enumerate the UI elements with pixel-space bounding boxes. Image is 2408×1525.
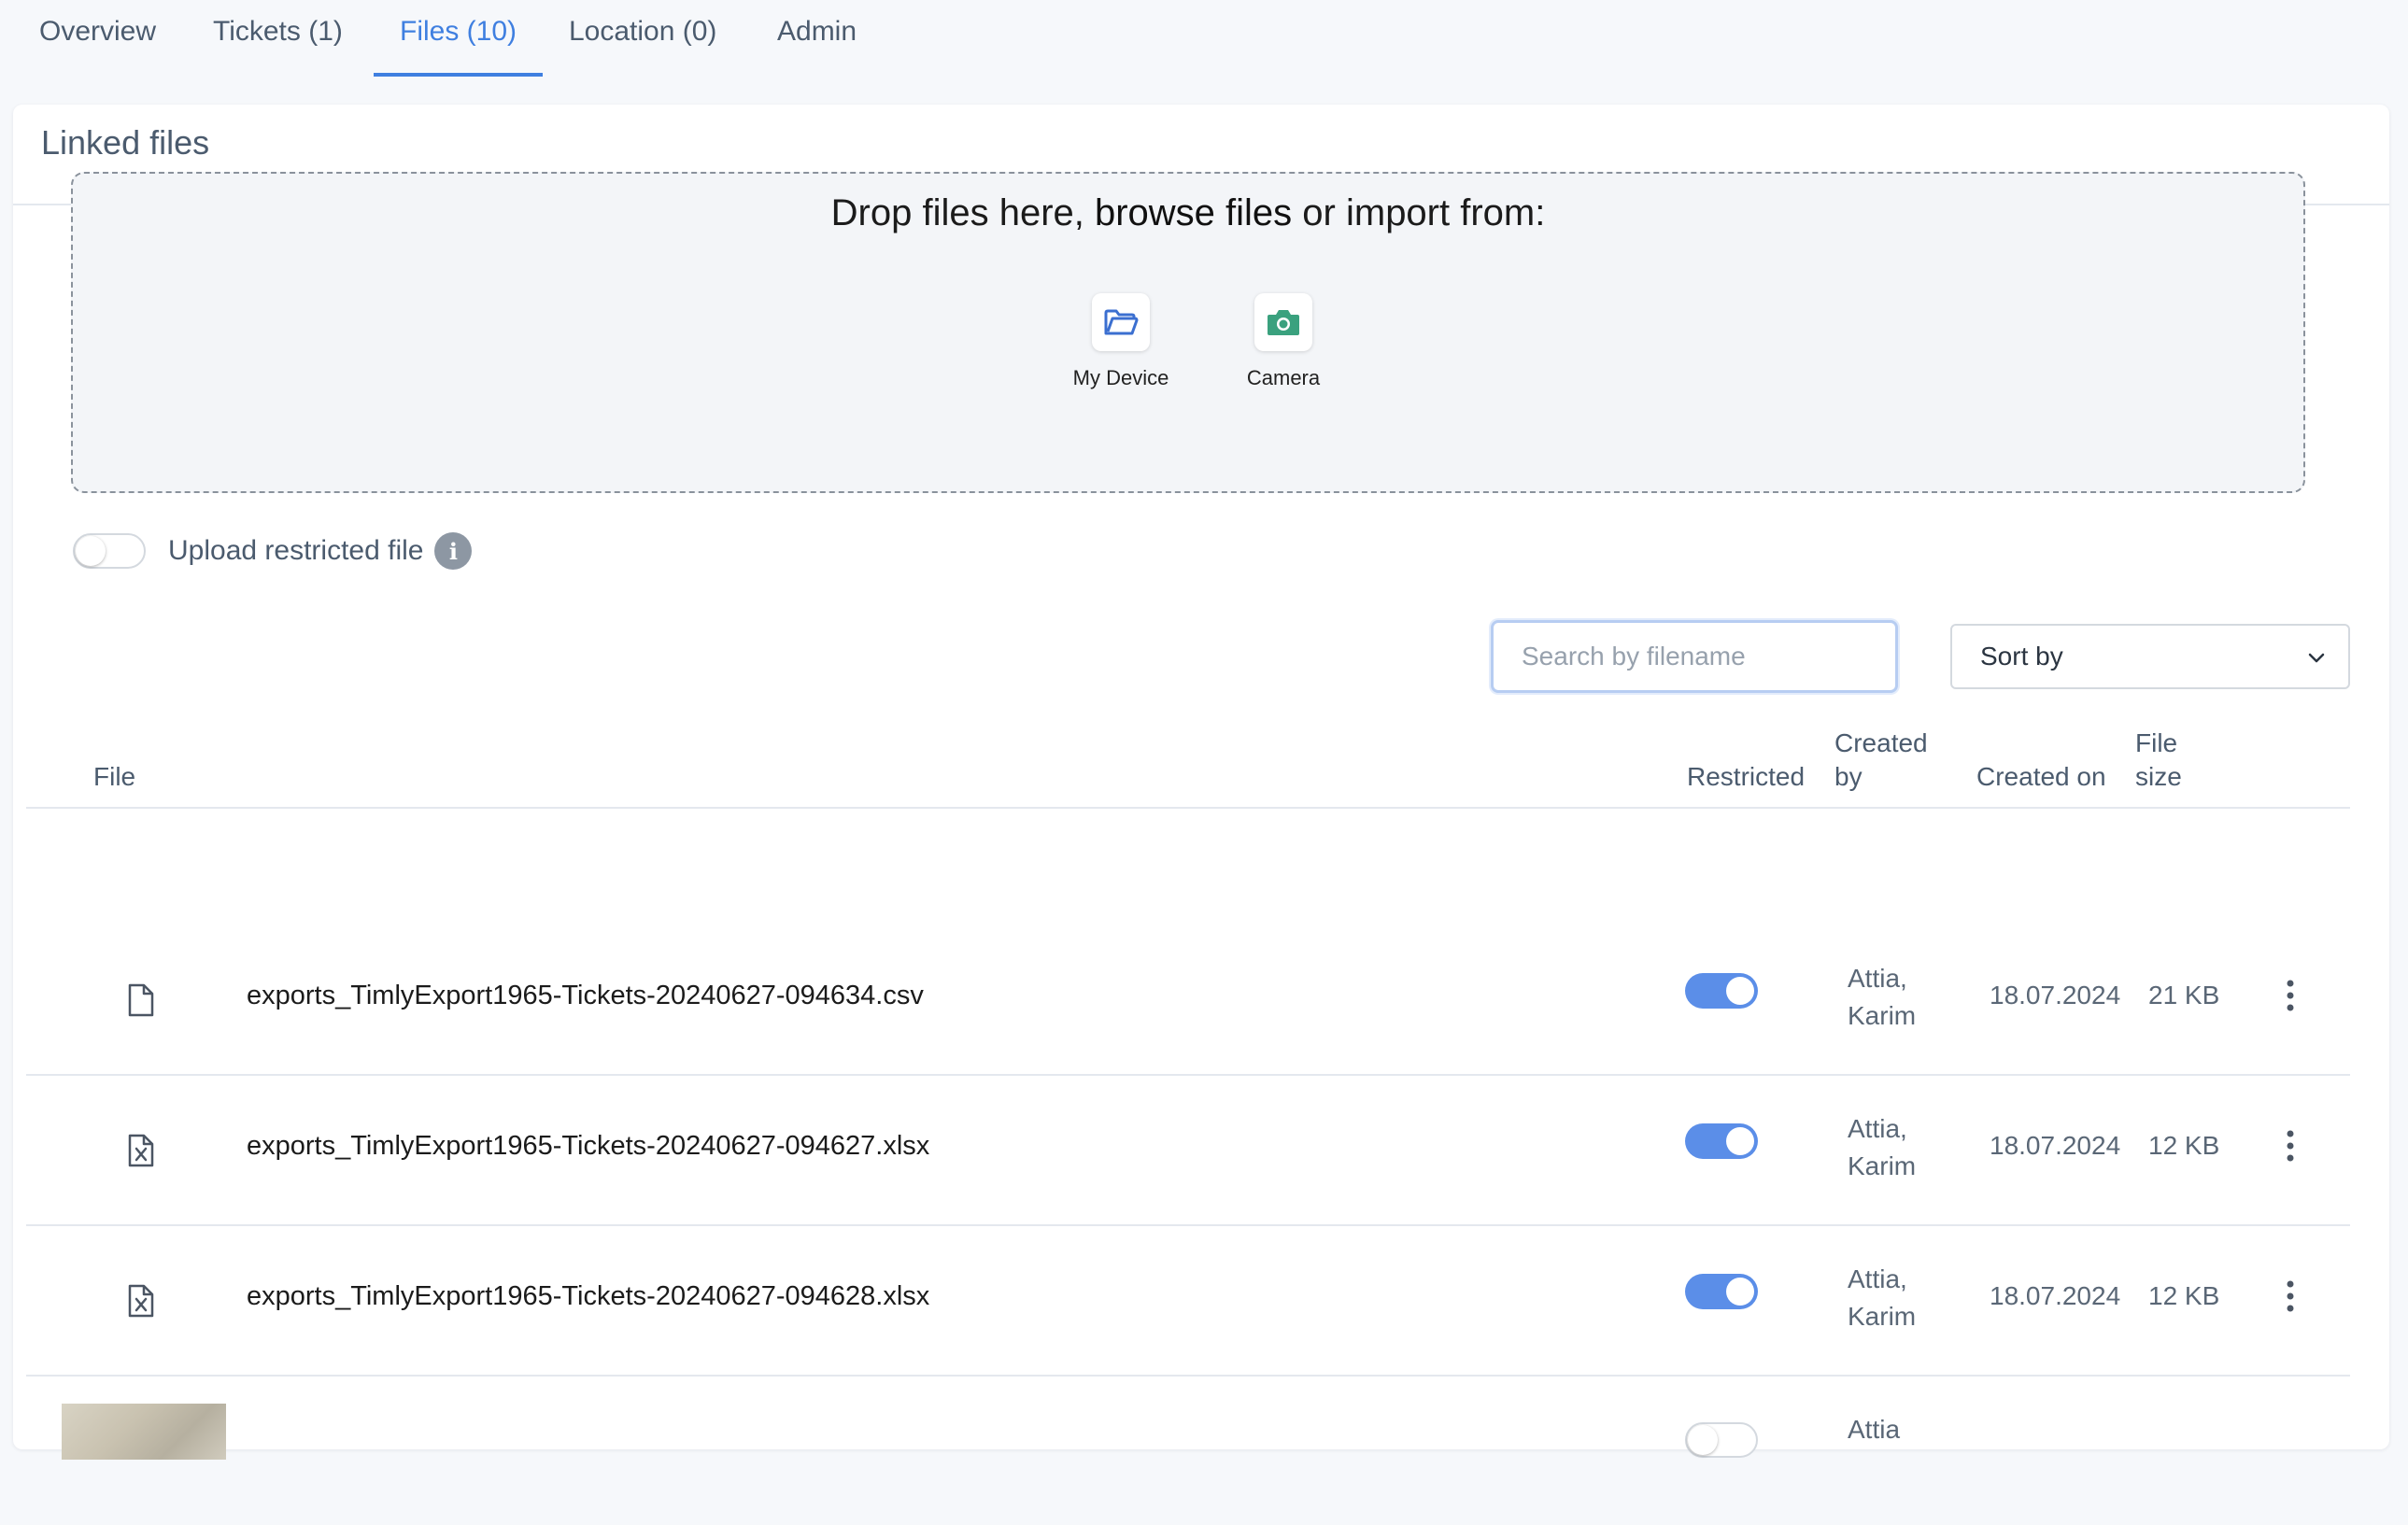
created-by: Attia, Karim xyxy=(1848,960,1960,1035)
more-options-icon[interactable] xyxy=(2279,1127,2302,1165)
toggle-track[interactable] xyxy=(1685,1422,1758,1458)
camera-label: Camera xyxy=(1246,366,1321,389)
table-row[interactable]: Attia xyxy=(26,1376,2350,1525)
file-size: 12 KB xyxy=(2148,1131,2220,1160)
header-file-size[interactable]: File size xyxy=(2135,727,2182,794)
created-by-line1: Attia xyxy=(1848,1415,1901,1444)
dropzone-text: Drop files here, browse files or import … xyxy=(73,192,2303,234)
tab-tickets[interactable]: Tickets (1) xyxy=(213,0,343,73)
sort-label: Sort by xyxy=(1980,642,2063,671)
header-file[interactable]: File xyxy=(93,760,135,794)
search-input[interactable] xyxy=(1491,620,1898,693)
header-file-size-line1: File xyxy=(2135,728,2178,757)
folder-icon xyxy=(1104,309,1139,335)
toggle-track[interactable] xyxy=(1685,973,1758,1009)
upload-restricted-toggle[interactable] xyxy=(73,533,146,569)
header-created-by[interactable]: Created by xyxy=(1834,727,1928,794)
restricted-toggle[interactable] xyxy=(1685,1274,1758,1309)
tab-bar: Overview Tickets (1) Files (10) Location… xyxy=(0,0,2408,77)
excel-file-icon xyxy=(128,1134,154,1167)
toggle-track[interactable] xyxy=(1685,1123,1758,1159)
source-my-device[interactable]: My Device xyxy=(1055,293,1186,390)
my-device-label: My Device xyxy=(1072,366,1169,389)
created-by: Attia, Karim xyxy=(1848,1261,1960,1335)
created-by-line1: Attia, xyxy=(1848,964,1907,993)
created-on: 18.07.2024 xyxy=(1990,1281,2121,1310)
more-options-icon[interactable] xyxy=(2279,1278,2302,1315)
upload-restricted-label: Upload restricted file xyxy=(168,535,424,566)
restricted-toggle[interactable] xyxy=(1685,973,1758,1009)
camera-icon-box[interactable] xyxy=(1254,293,1312,351)
file-size: 12 KB xyxy=(2148,1281,2220,1310)
file-dropzone[interactable]: Drop files here, browse files or import … xyxy=(71,172,2305,493)
dropzone-text-after: or import from: xyxy=(1292,192,1546,233)
created-by: Attia xyxy=(1848,1411,1960,1448)
table-header: File Restricted Created by Created on Fi… xyxy=(26,728,2350,809)
chevron-down-icon xyxy=(2308,653,2325,663)
file-name[interactable]: exports_TimlyExport1965-Tickets-20240627… xyxy=(247,1131,929,1162)
source-camera[interactable]: Camera xyxy=(1218,293,1349,390)
table-row[interactable]: exports_TimlyExport1965-Tickets-20240627… xyxy=(26,1075,2350,1226)
created-by-line2: Karim xyxy=(1848,1302,1917,1331)
my-device-icon-box[interactable] xyxy=(1092,293,1150,351)
camera-icon xyxy=(1268,310,1299,335)
tab-files[interactable]: Files (10) xyxy=(374,0,544,77)
file-name[interactable]: exports_TimlyExport1965-Tickets-20240627… xyxy=(247,1281,929,1312)
file-size: 21 KB xyxy=(2148,981,2220,1010)
file-icon xyxy=(128,983,154,1017)
created-by-line2: Karim xyxy=(1848,1151,1917,1180)
toggle-knob xyxy=(1726,1278,1754,1306)
browse-files-link[interactable]: browse files xyxy=(1095,192,1292,233)
created-on: 18.07.2024 xyxy=(1990,1131,2121,1160)
tab-location[interactable]: Location (0) xyxy=(569,0,716,73)
image-thumbnail[interactable] xyxy=(62,1404,226,1460)
toggle-knob xyxy=(1726,977,1754,1005)
created-on: 18.07.2024 xyxy=(1990,981,2121,1010)
excel-file-icon xyxy=(128,1284,154,1318)
more-options-icon[interactable] xyxy=(2279,977,2302,1014)
header-created-by-line1: Created xyxy=(1834,728,1928,757)
info-icon[interactable]: i xyxy=(434,532,473,570)
created-by: Attia, Karim xyxy=(1848,1110,1960,1185)
card-title: Linked files xyxy=(41,123,210,162)
toggle-knob xyxy=(1688,1425,1718,1455)
header-created-by-line2: by xyxy=(1834,762,1863,791)
table-row[interactable]: exports_TimlyExport1965-Tickets-20240627… xyxy=(26,925,2350,1076)
toggle-knob xyxy=(1726,1127,1754,1155)
table-row[interactable]: exports_TimlyExport1965-Tickets-20240627… xyxy=(26,1225,2350,1377)
toggle-track[interactable] xyxy=(1685,1274,1758,1309)
sort-dropdown[interactable]: Sort by xyxy=(1950,624,2350,689)
tab-admin[interactable]: Admin xyxy=(777,0,857,73)
dropzone-text-before: Drop files here, xyxy=(830,192,1095,233)
header-created-on[interactable]: Created on xyxy=(1976,760,2106,794)
created-by-line1: Attia, xyxy=(1848,1264,1907,1293)
created-by-line1: Attia, xyxy=(1848,1114,1907,1143)
upload-restricted-row: Upload restricted file i xyxy=(73,530,473,572)
restricted-toggle[interactable] xyxy=(1685,1422,1758,1458)
created-by-line2: Karim xyxy=(1848,1001,1917,1030)
file-name[interactable]: exports_TimlyExport1965-Tickets-20240627… xyxy=(247,981,924,1011)
tab-overview[interactable]: Overview xyxy=(39,0,156,73)
toggle-knob xyxy=(76,536,106,566)
header-restricted[interactable]: Restricted xyxy=(1687,760,1805,794)
restricted-toggle[interactable] xyxy=(1685,1123,1758,1159)
header-file-size-line2: size xyxy=(2135,762,2182,791)
